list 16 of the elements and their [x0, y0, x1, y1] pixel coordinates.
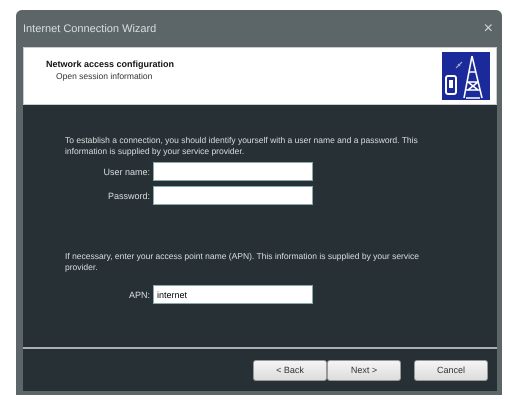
header-title: Network access configuration — [46, 59, 174, 69]
field-label: APN: — [128, 290, 151, 300]
wizard-button[interactable]: Next > — [327, 360, 401, 380]
input-field[interactable] — [153, 162, 313, 181]
apn-text: If necessary, enter your access point name (APN). This information is supplied by your service provider. — [65, 251, 420, 273]
wizard-button[interactable]: Cancel — [414, 360, 488, 380]
field-label: User name: — [102, 166, 151, 176]
wizard-button[interactable]: < Back — [253, 360, 327, 380]
intro-text: To establish a connection, you should identify yourself with a user name and a password. This information is supplied by your service provider. — [65, 135, 419, 157]
field-label: Password: — [106, 190, 151, 200]
window-title: Internet Connection Wizard — [23, 22, 156, 34]
apn-field[interactable]: internet — [153, 285, 313, 304]
close-button[interactable]: × — [484, 20, 493, 38]
phone-tower-icon — [442, 52, 490, 100]
header-subtitle: Open session information — [55, 71, 154, 81]
input-field[interactable] — [153, 186, 313, 205]
